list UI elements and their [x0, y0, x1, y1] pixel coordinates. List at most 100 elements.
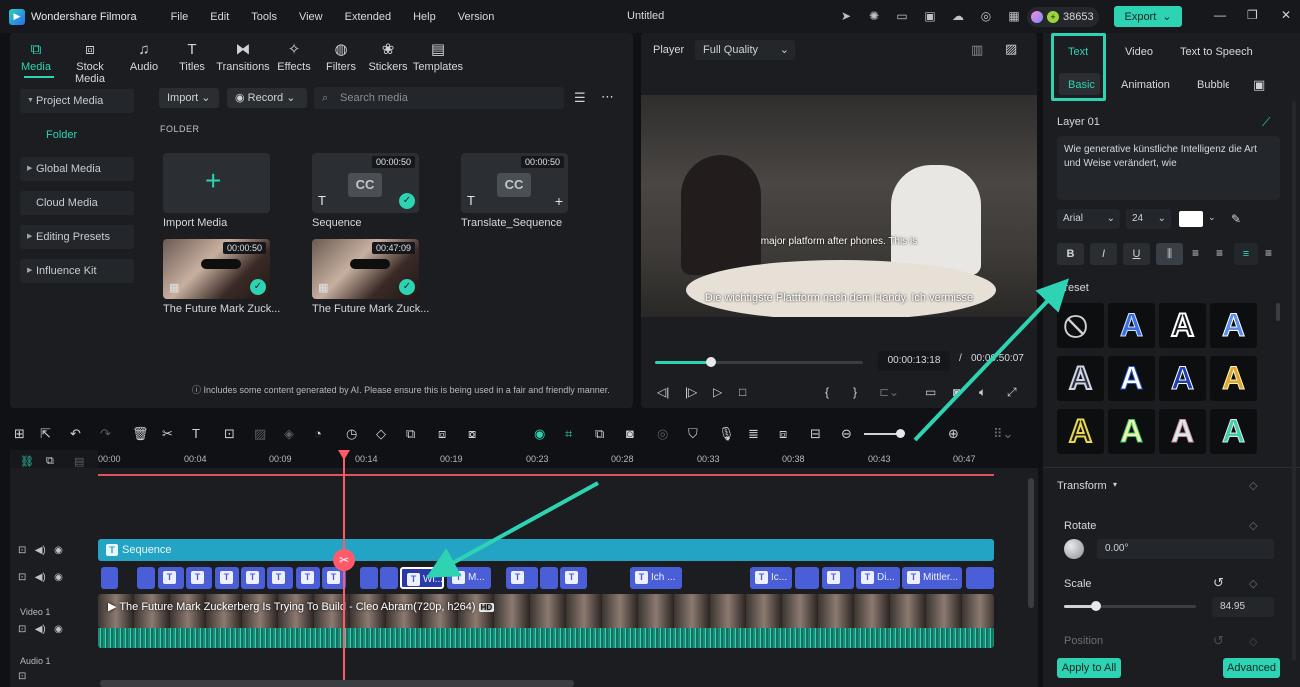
underline-button[interactable]: U — [1123, 243, 1150, 265]
media-item-translate-sequence[interactable]: 00:00:50 CC T + — [461, 153, 568, 213]
import-media-card[interactable]: + — [163, 153, 270, 213]
menu-help[interactable]: Help — [413, 11, 436, 23]
add-icon[interactable]: + — [555, 193, 563, 209]
align-right-button[interactable]: ≡ — [1234, 243, 1258, 265]
italic-button[interactable]: I — [1090, 243, 1117, 265]
select-tool-icon[interactable]: ⇱ — [40, 426, 51, 442]
media-item-sequence[interactable]: 00:00:50 CC T ✓ — [312, 153, 419, 213]
stabilize-icon[interactable]: ◎ — [657, 426, 668, 442]
text-clip-selected[interactable]: T Wi... — [400, 567, 444, 589]
marker-icon[interactable]: ⧉ — [595, 426, 604, 442]
preset-style[interactable]: A — [1159, 409, 1206, 454]
import-dropdown[interactable]: Import ⌄ — [159, 88, 219, 108]
shield-icon[interactable]: ⛉ — [688, 426, 698, 442]
ai-text-icon[interactable]: ⟋ — [1262, 115, 1270, 130]
close-icon[interactable]: ✕ — [1281, 8, 1291, 22]
scale-slider-handle[interactable] — [1091, 601, 1101, 611]
speed-icon[interactable]: ◔ — [314, 426, 322, 441]
timer-icon[interactable]: ◷ — [346, 426, 357, 442]
bold-button[interactable]: B — [1057, 243, 1084, 265]
zoom-in-icon[interactable]: ⊕ — [948, 426, 959, 442]
quality-dropdown[interactable]: Full Quality ⌄ — [695, 40, 795, 60]
eye-icon[interactable]: ◉ — [54, 624, 63, 635]
text-clip[interactable]: T — [158, 567, 184, 589]
sidebar-item-influence-kit[interactable]: ▶ Influence Kit — [20, 259, 134, 283]
spacing-button[interactable]: ⫼ — [1156, 243, 1183, 265]
sidebar-item-cloud-media[interactable]: Cloud Media — [20, 191, 134, 215]
text-clip[interactable]: T Ic... — [750, 567, 792, 589]
snapshot-icon[interactable]: ▨ — [1005, 41, 1017, 57]
mark-out-icon[interactable]: } — [853, 385, 857, 399]
headset-icon[interactable]: ◎ — [978, 8, 994, 24]
subtitle-list-icon[interactable]: ≣ — [748, 426, 759, 442]
text-clip[interactable]: T Mittler... — [902, 567, 962, 589]
lock-icon[interactable]: ⊡ — [18, 572, 26, 583]
preset-style[interactable]: A — [1159, 303, 1206, 348]
video-preview[interactable]: major platform after phones. This is Die… — [641, 95, 1037, 317]
apply-to-all-button[interactable]: Apply to All — [1057, 658, 1121, 678]
justify-icon[interactable]: ≡ — [1265, 246, 1272, 260]
tab-video[interactable]: Video — [1125, 46, 1153, 58]
replace-icon[interactable]: ⧈ — [779, 426, 787, 442]
rotate-input[interactable]: 0.00° — [1097, 539, 1274, 559]
media-item-video-2[interactable]: 00:47:09 ▦ ✓ — [312, 239, 419, 299]
track-manage-icon[interactable]: ▤ — [74, 455, 84, 468]
delete-icon[interactable]: 🗑︎ — [132, 426, 149, 442]
stop-icon[interactable]: □ — [739, 385, 746, 399]
text-color-swatch[interactable] — [1179, 211, 1203, 227]
link-icon[interactable]: ⛓︎ — [20, 455, 34, 468]
text-clip[interactable]: T — [506, 567, 538, 589]
preset-style[interactable]: A — [1057, 409, 1104, 454]
audio-stretch-icon[interactable]: ⧈ — [438, 426, 446, 442]
filter-icon[interactable]: ☰ — [574, 90, 586, 106]
text-clip[interactable]: T Ich ... — [630, 567, 682, 589]
minimize-icon[interactable]: — — [1214, 8, 1226, 22]
volume-icon[interactable]: 🔈︎ — [979, 385, 986, 400]
export-button[interactable]: Export ⌄ — [1114, 6, 1182, 27]
font-size-dropdown[interactable]: 24 ⌄ — [1126, 209, 1171, 229]
preset-style[interactable]: A — [1108, 356, 1155, 401]
grid-icon[interactable]: ▦ — [1006, 8, 1022, 24]
preset-style[interactable]: A — [1108, 303, 1155, 348]
insert-icon[interactable]: ⊏⌄ — [879, 385, 899, 399]
play-icon[interactable]: ▷ — [713, 385, 722, 399]
freeze-icon[interactable]: ▨ — [254, 426, 266, 442]
undo-icon[interactable]: ↶ — [70, 426, 81, 442]
fit-icon[interactable]: ⊟ — [810, 426, 821, 442]
keyframe-icon[interactable]: ◇ — [1249, 479, 1257, 492]
text-clip[interactable] — [380, 567, 398, 589]
keyframe-icon[interactable]: ◇ — [1249, 577, 1257, 590]
preset-scrollbar[interactable] — [1276, 303, 1280, 321]
volume-icon[interactable]: ◀︎) — [35, 624, 46, 635]
split-icon[interactable]: ✂ — [162, 426, 173, 442]
text-clip[interactable]: T — [560, 567, 587, 589]
text-clip[interactable] — [360, 567, 378, 589]
audio-waveform[interactable] — [98, 628, 994, 648]
text-clip[interactable] — [986, 567, 994, 589]
advanced-button[interactable]: Advanced — [1223, 658, 1280, 678]
scrub-handle[interactable] — [706, 357, 717, 367]
preset-style[interactable]: A — [1057, 356, 1104, 401]
preset-style[interactable]: A — [1210, 356, 1257, 401]
text-content-input[interactable]: Wie generative künstliche Intelligenz di… — [1057, 136, 1280, 200]
track-add-icon[interactable]: ⧉ — [46, 455, 54, 468]
reset-icon[interactable]: ↺ — [1213, 633, 1224, 649]
lock-icon[interactable]: ⊡ — [18, 671, 26, 682]
lock-icon[interactable]: ⊡ — [18, 545, 26, 556]
media-item-video-1[interactable]: 00:00:50 ▦ ✓ — [163, 239, 270, 299]
rotate-dial[interactable] — [1064, 539, 1084, 559]
dropdown-icon[interactable]: ▾ — [1113, 480, 1117, 489]
prev-frame-icon[interactable]: ◁| — [657, 385, 669, 399]
maximize-icon[interactable]: ❐ — [1247, 8, 1258, 22]
tab-titles[interactable]: T Titles — [170, 39, 214, 85]
subtitle-bottom[interactable]: Die wichtigste Plattform nach dem Handy.… — [641, 292, 1037, 304]
preset-style[interactable]: A — [1108, 409, 1155, 454]
record-dropdown[interactable]: ◉ Record ⌄ — [227, 88, 307, 108]
keyframe-icon[interactable]: ◇ — [1249, 519, 1257, 532]
tab-text-to-speech[interactable]: Text to Speech — [1180, 46, 1253, 58]
subtab-animation[interactable]: Animation — [1121, 79, 1170, 91]
tab-effects[interactable]: ✧ Effects — [272, 39, 316, 85]
text-clip[interactable]: T — [296, 567, 320, 589]
menu-file[interactable]: File — [171, 11, 189, 23]
volume-icon[interactable]: ◀︎) — [35, 572, 46, 583]
